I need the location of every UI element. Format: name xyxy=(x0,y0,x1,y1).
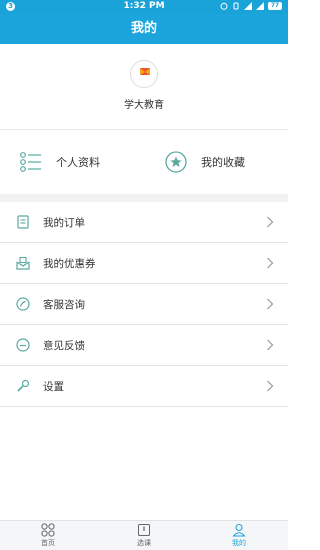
menu-item-coupons[interactable]: 我的优惠券 xyxy=(0,243,288,284)
battery-icon: 77 xyxy=(268,2,282,10)
quick-label-favorites: 我的收藏 xyxy=(201,156,245,169)
chevron-right-icon xyxy=(267,298,274,310)
home-grid-icon xyxy=(41,523,55,537)
section-divider xyxy=(0,194,288,202)
list-icon xyxy=(20,152,41,172)
bottom-tab-bar: 首页 选课 我的 xyxy=(0,520,288,550)
chevron-right-icon xyxy=(267,257,274,269)
wrench-icon xyxy=(17,379,30,392)
quick-item-favorites[interactable]: 我的收藏 xyxy=(165,130,245,194)
tab-mine[interactable]: 我的 xyxy=(219,523,259,548)
person-icon xyxy=(232,523,246,537)
menu-label-feedback: 意见反馈 xyxy=(43,339,85,352)
order-icon xyxy=(17,215,29,229)
coupon-icon xyxy=(16,256,30,270)
vibrate-icon xyxy=(233,2,239,10)
quick-label-profile: 个人资料 xyxy=(56,156,100,169)
chevron-right-icon xyxy=(267,216,274,228)
menu-label-coupons: 我的优惠券 xyxy=(43,257,96,270)
chevron-right-icon xyxy=(267,380,274,392)
profile-section: 学大教育 xyxy=(0,44,288,130)
quick-item-profile[interactable]: 个人资料 xyxy=(20,130,100,194)
page-title: 我的 xyxy=(0,14,288,44)
signal-icon xyxy=(244,2,252,10)
tab-label-home: 首页 xyxy=(41,539,55,547)
status-icons: 77 xyxy=(220,2,282,10)
tab-label-mine: 我的 xyxy=(232,539,246,547)
status-bar: 3 1:32 PM 77 xyxy=(0,0,288,14)
tab-home[interactable]: 首页 xyxy=(28,523,68,548)
brand-logo[interactable] xyxy=(130,60,158,88)
chat-icon xyxy=(16,297,30,311)
alarm-icon xyxy=(220,2,228,10)
menu-label-orders: 我的订单 xyxy=(43,216,85,229)
feedback-icon xyxy=(16,338,30,352)
tab-courses[interactable]: 选课 xyxy=(124,523,164,548)
brand-logo-icon xyxy=(140,68,150,75)
menu-label-support: 客服咨询 xyxy=(43,298,85,311)
menu-item-support[interactable]: 客服咨询 xyxy=(0,284,288,325)
signal-icon-2 xyxy=(256,2,264,10)
menu-item-feedback[interactable]: 意见反馈 xyxy=(0,325,288,366)
menu-label-settings: 设置 xyxy=(43,380,64,393)
menu-list: 我的订单 我的优惠券 客服咨询 意见反馈 设置 xyxy=(0,202,288,407)
tab-label-courses: 选课 xyxy=(137,539,151,547)
menu-item-orders[interactable]: 我的订单 xyxy=(0,202,288,243)
book-icon xyxy=(138,524,150,536)
menu-item-settings[interactable]: 设置 xyxy=(0,366,288,407)
quick-links: 个人资料 我的收藏 xyxy=(0,130,288,194)
star-icon xyxy=(165,151,187,173)
chevron-right-icon xyxy=(267,339,274,351)
profile-name: 学大教育 xyxy=(124,100,164,111)
